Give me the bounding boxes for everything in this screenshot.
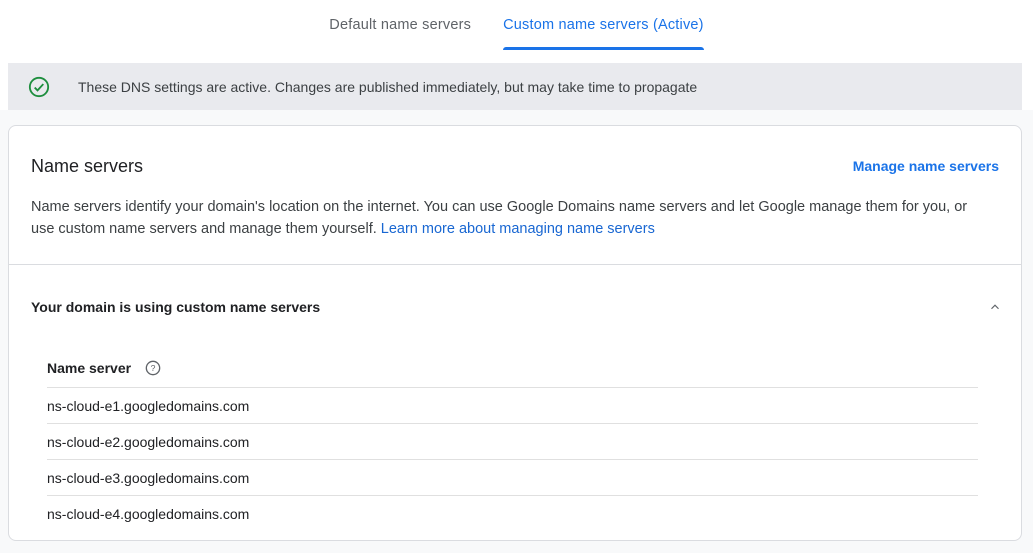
learn-more-link[interactable]: Learn more about managing name servers: [381, 221, 655, 237]
collapse-section-button[interactable]: [983, 295, 1007, 319]
nameserver-table: Name server ? ns-cloud-e1.googledomains.…: [47, 349, 978, 532]
content-area: Name servers Manage name servers Name se…: [0, 110, 1033, 553]
check-circle-icon: [28, 76, 50, 98]
table-row: ns-cloud-e4.googledomains.com: [47, 496, 978, 532]
tab-label: Default name servers: [329, 17, 471, 33]
card-title: Name servers: [31, 153, 143, 179]
nameserver-value: ns-cloud-e1.googledomains.com: [47, 398, 249, 414]
status-banner: These DNS settings are active. Changes a…: [8, 63, 1022, 110]
nameserver-value: ns-cloud-e3.googledomains.com: [47, 470, 249, 486]
tab-custom-name-servers[interactable]: Custom name servers (Active): [503, 15, 704, 50]
tab-label: Custom name servers (Active): [503, 17, 704, 33]
table-row: ns-cloud-e3.googledomains.com: [47, 460, 978, 496]
tab-default-name-servers[interactable]: Default name servers: [329, 15, 471, 50]
help-icon: ?: [145, 360, 161, 376]
name-servers-card: Name servers Manage name servers Name se…: [8, 125, 1022, 541]
table-header-row: Name server ?: [47, 349, 978, 388]
nameserver-value: ns-cloud-e2.googledomains.com: [47, 434, 249, 450]
manage-name-servers-link[interactable]: Manage name servers: [853, 153, 999, 179]
table-row: ns-cloud-e1.googledomains.com: [47, 388, 978, 424]
chevron-up-icon: [988, 300, 1002, 314]
card-header: Name servers Manage name servers: [9, 126, 1021, 179]
card-description: Name servers identify your domain's loca…: [9, 196, 1021, 240]
table-header-label: Name server: [47, 360, 131, 376]
section-header: Your domain is using custom name servers: [9, 265, 1021, 319]
nameserver-value: ns-cloud-e4.googledomains.com: [47, 506, 249, 522]
table-row: ns-cloud-e2.googledomains.com: [47, 424, 978, 460]
svg-text:?: ?: [151, 363, 156, 373]
help-button[interactable]: ?: [145, 360, 161, 376]
active-tab-underline: [503, 47, 704, 50]
banner-message: These DNS settings are active. Changes a…: [78, 79, 697, 95]
tab-bar: Default name servers Custom name servers…: [0, 0, 1033, 63]
section-title: Your domain is using custom name servers: [31, 297, 320, 318]
